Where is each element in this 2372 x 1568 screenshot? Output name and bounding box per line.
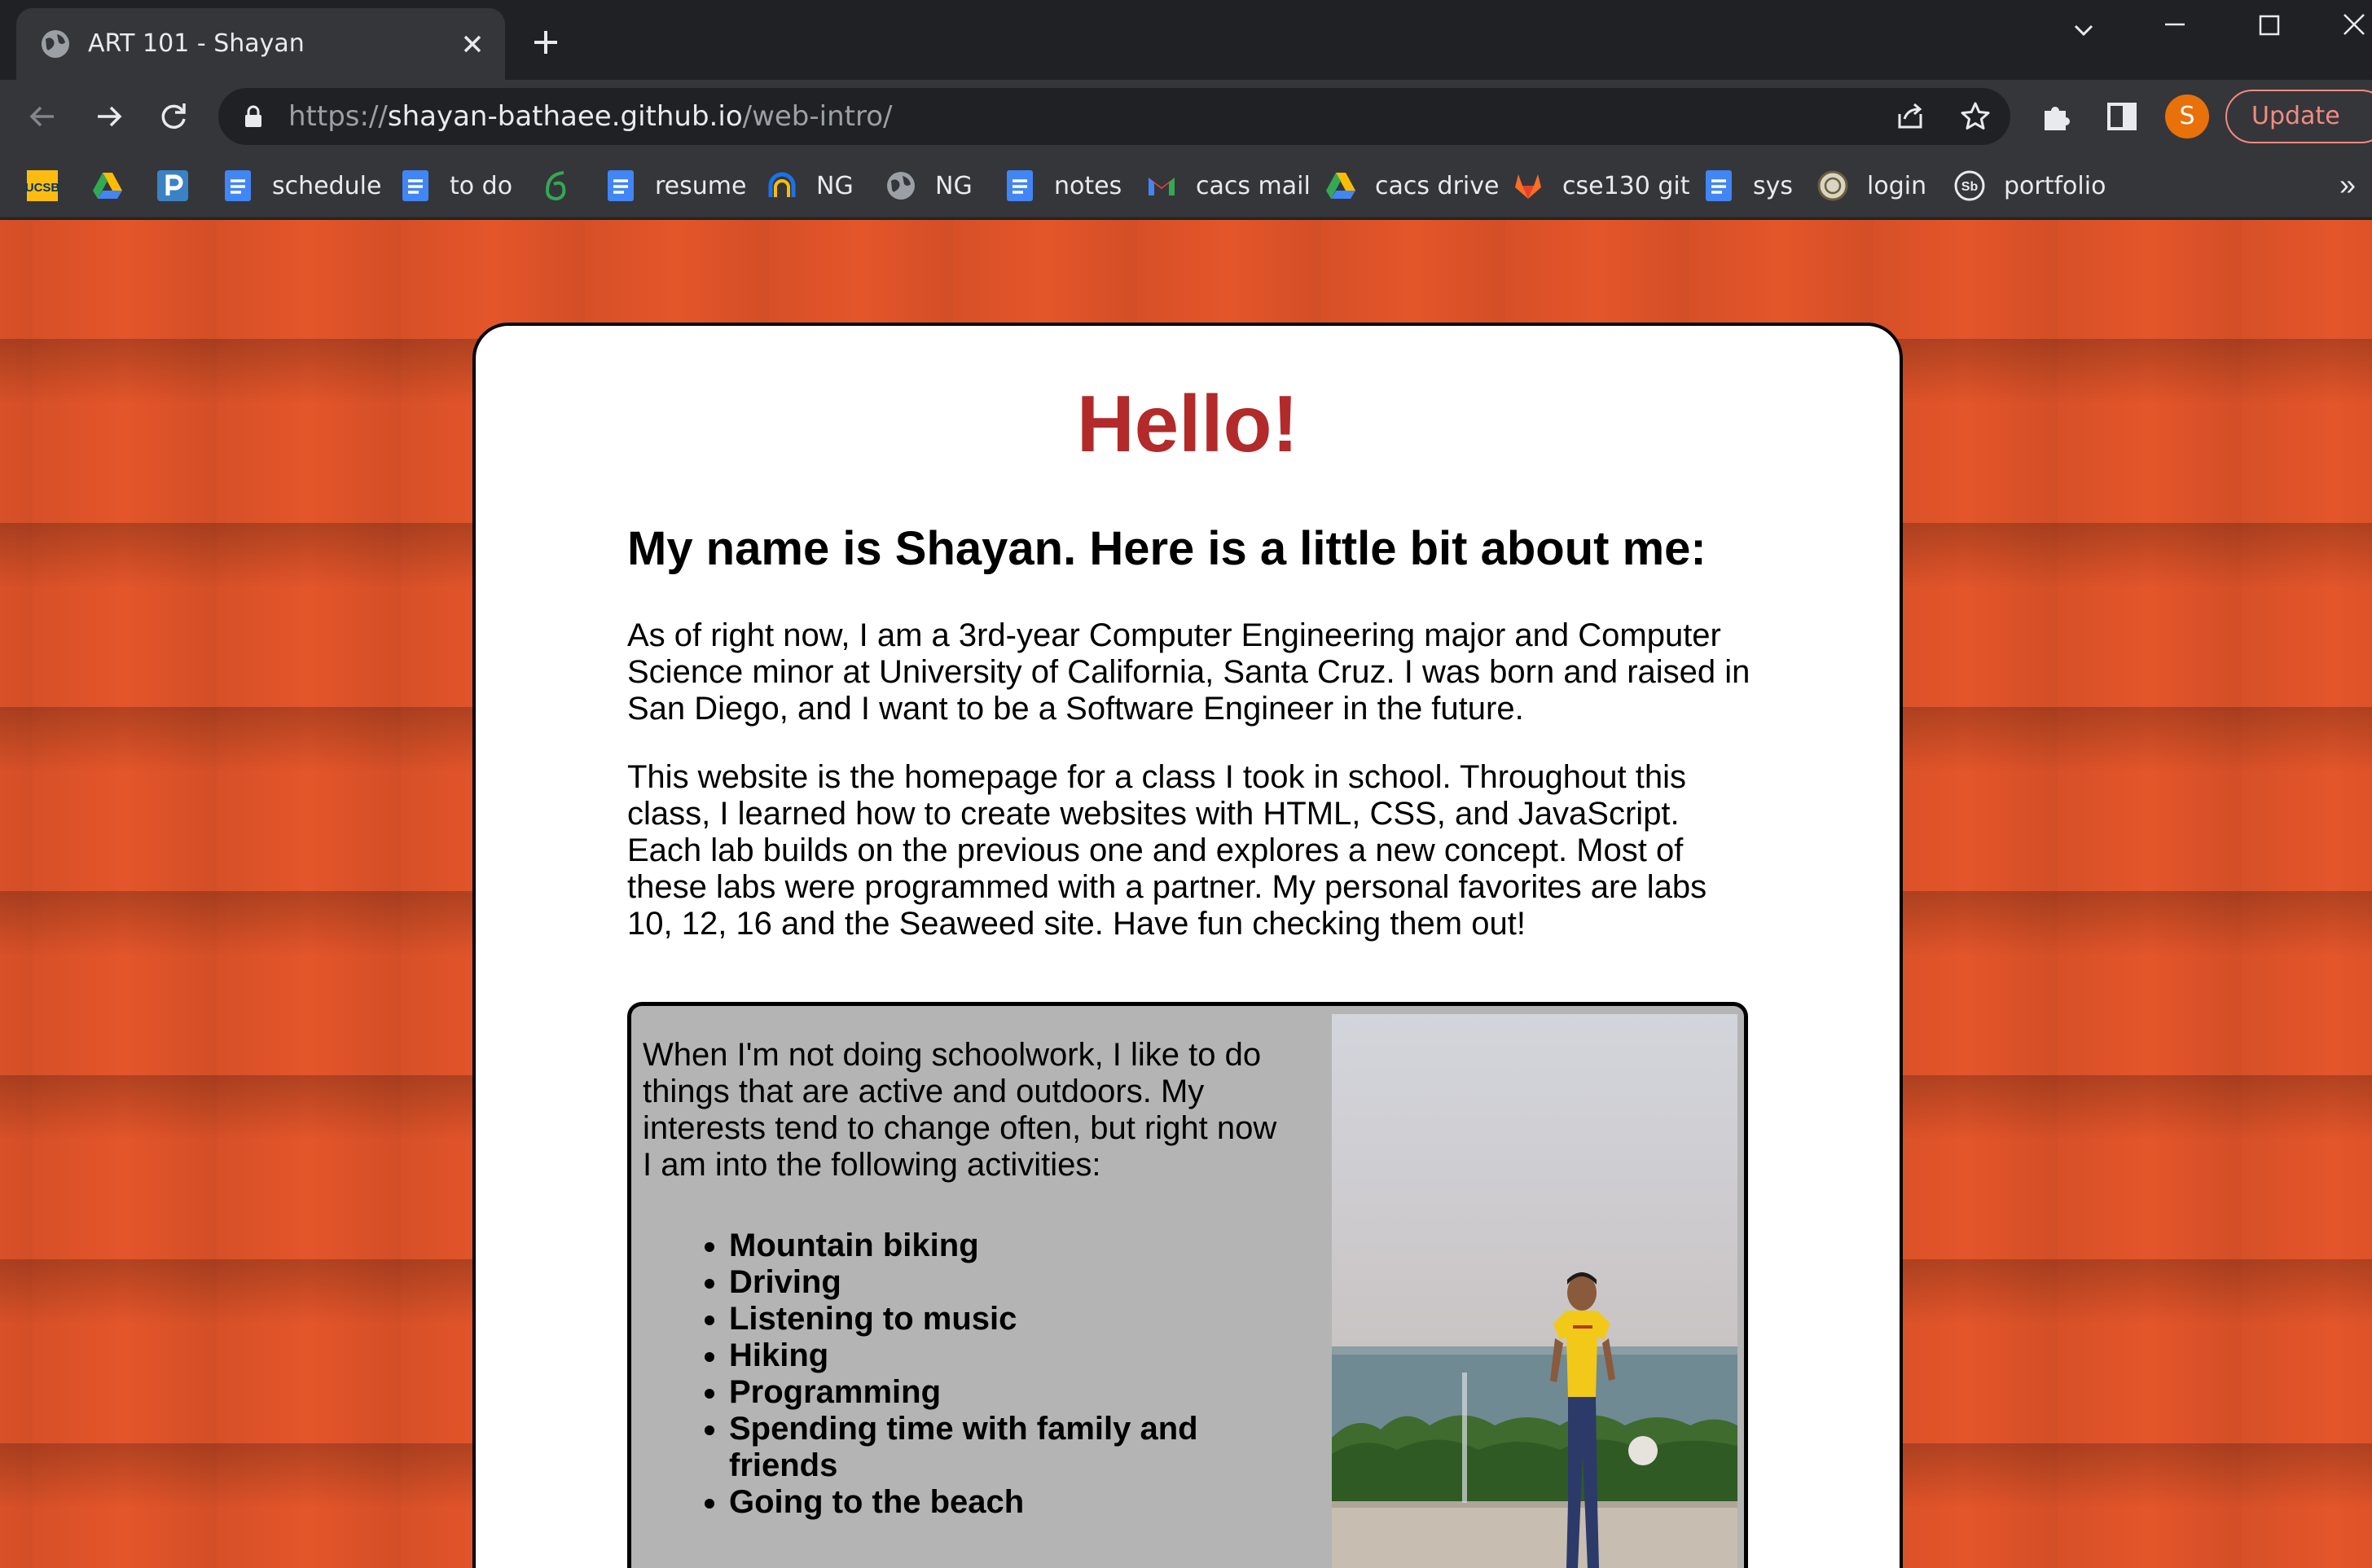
bookmark-label: cse130 git bbox=[1562, 171, 1690, 200]
bookmark-label: schedule bbox=[272, 171, 382, 200]
close-window-icon[interactable] bbox=[2331, 11, 2372, 52]
list-item: Hiking bbox=[729, 1337, 1286, 1374]
docs-icon bbox=[1007, 170, 1033, 201]
url-text[interactable]: https://shayan-bathaee.github.io/web-int… bbox=[288, 88, 892, 145]
bookmark-cse130-git[interactable]: cse130 git bbox=[1512, 153, 1690, 218]
gmail-icon bbox=[1149, 178, 1175, 195]
more-bookmarks-icon[interactable]: » bbox=[2339, 153, 2372, 218]
update-button[interactable]: Update bbox=[2225, 90, 2372, 143]
bookmark-cacs-mail[interactable]: cacs mail bbox=[1145, 153, 1311, 218]
google-drive-icon bbox=[1326, 173, 1355, 199]
docs-icon bbox=[225, 170, 251, 201]
hobbies-intro: When I'm not doing schoolwork, I like to… bbox=[643, 1037, 1277, 1183]
docs-icon bbox=[608, 170, 634, 201]
hobbies-list: Mountain biking Driving Listening to mus… bbox=[700, 1228, 1286, 1521]
share-icon[interactable] bbox=[1893, 99, 1927, 134]
bookmark-ng-2[interactable]: NG bbox=[885, 153, 973, 218]
list-item: Going to the beach bbox=[729, 1484, 1286, 1521]
bookmark-label: NG bbox=[816, 171, 854, 200]
extensions-icon[interactable] bbox=[2038, 98, 2076, 135]
seal-icon bbox=[1817, 170, 1848, 201]
intro-heading: My name is Shayan. Here is a little bit … bbox=[627, 522, 1707, 575]
toolbar: https://shayan-bathaee.github.io/web-int… bbox=[0, 80, 2372, 153]
gitlab-icon bbox=[1515, 174, 1541, 199]
active-tab[interactable]: ART 101 - Shayan bbox=[16, 8, 505, 80]
back-icon[interactable] bbox=[24, 98, 62, 135]
tab-title: ART 101 - Shayan bbox=[88, 29, 305, 58]
svg-text:Sb: Sb bbox=[1961, 180, 1979, 194]
bookmark-label: sys bbox=[1753, 171, 1794, 200]
bookmark-portfolio[interactable]: Sb portfolio bbox=[1953, 153, 2106, 218]
bookmark-label: notes bbox=[1054, 171, 1122, 200]
bookmark-label: NG bbox=[935, 171, 973, 200]
new-tab-icon[interactable] bbox=[529, 26, 562, 59]
minimize-icon[interactable] bbox=[2150, 11, 2199, 52]
bookmark-todo[interactable]: to do bbox=[399, 153, 512, 218]
maximize-icon[interactable] bbox=[2245, 11, 2294, 52]
list-item: Mountain biking bbox=[729, 1228, 1286, 1264]
docs-icon bbox=[1706, 170, 1732, 201]
bookmark-sys[interactable]: sys bbox=[1702, 153, 1793, 218]
profile-avatar[interactable]: S bbox=[2165, 94, 2209, 138]
bookmark-ucsb[interactable]: UCSB bbox=[26, 153, 59, 218]
bookmark-label: portfolio bbox=[2004, 171, 2106, 200]
bookmark-label: cacs drive bbox=[1375, 171, 1500, 200]
update-button-label: Update bbox=[2251, 102, 2340, 130]
close-tab-icon[interactable] bbox=[456, 28, 489, 60]
bookmark-label: login bbox=[1867, 171, 1927, 200]
list-item: Listening to music bbox=[729, 1301, 1286, 1337]
tab-search-icon[interactable] bbox=[2059, 11, 2108, 52]
profile-photo bbox=[1332, 1014, 1737, 1568]
ucsb-icon: UCSB bbox=[26, 170, 59, 201]
bookmark-label: cacs mail bbox=[1196, 171, 1311, 200]
globe-icon bbox=[887, 172, 915, 200]
tab-strip: ART 101 - Shayan bbox=[0, 0, 2372, 80]
bookmark-p[interactable] bbox=[156, 153, 189, 218]
p-icon bbox=[157, 170, 188, 201]
bookmark-cacs-drive[interactable]: cacs drive bbox=[1324, 153, 1499, 218]
docs-icon bbox=[402, 170, 428, 201]
bookmark-leaf[interactable] bbox=[539, 153, 572, 218]
svg-text:UCSB: UCSB bbox=[26, 181, 59, 195]
url-scheme: https:// bbox=[288, 100, 388, 133]
side-panel-icon[interactable] bbox=[2103, 98, 2141, 135]
page-viewport: Hello! My name is Shayan. Here is a litt… bbox=[0, 220, 2372, 1568]
about-paragraph: As of right now, I am a 3rd-year Compute… bbox=[627, 617, 1750, 727]
bookmark-star-icon[interactable] bbox=[1958, 99, 1992, 134]
bookmark-drive[interactable] bbox=[91, 153, 124, 218]
leaf-icon bbox=[545, 171, 566, 201]
url-path: /web-intro/ bbox=[742, 100, 893, 133]
list-item: Spending time with family and friends bbox=[729, 1411, 1286, 1484]
bookmarks-bar: UCSB schedule to do resume NG NG notes c… bbox=[0, 153, 2372, 218]
class-paragraph: This website is the homepage for a class… bbox=[627, 759, 1707, 942]
reload-icon[interactable] bbox=[155, 98, 192, 135]
hobbies-section: When I'm not doing schoolwork, I like to… bbox=[627, 1002, 1748, 1568]
address-bar[interactable]: https://shayan-bathaee.github.io/web-int… bbox=[218, 88, 2010, 145]
google-drive-icon bbox=[93, 173, 122, 199]
bookmark-notes[interactable]: notes bbox=[1004, 153, 1122, 218]
list-item: Programming bbox=[729, 1374, 1286, 1411]
bookmark-label: to do bbox=[450, 171, 513, 200]
url-host: shayan-bathaee.github.io bbox=[387, 100, 743, 133]
bookmark-schedule[interactable]: schedule bbox=[222, 153, 381, 218]
bookmark-resume[interactable]: resume bbox=[604, 153, 746, 218]
content-card: Hello! My name is Shayan. Here is a litt… bbox=[472, 323, 1903, 1568]
forward-icon[interactable] bbox=[90, 98, 127, 135]
ng-icon bbox=[768, 172, 796, 197]
bookmark-ng-1[interactable]: NG bbox=[766, 153, 854, 218]
globe-icon bbox=[42, 30, 69, 58]
page-heading: Hello! bbox=[1076, 379, 1299, 468]
lock-icon[interactable] bbox=[243, 104, 264, 129]
bookmark-label: resume bbox=[655, 171, 747, 200]
list-item: Driving bbox=[729, 1264, 1286, 1301]
bookmark-login[interactable]: login bbox=[1816, 153, 1926, 218]
sb-icon: Sb bbox=[1954, 170, 1985, 201]
